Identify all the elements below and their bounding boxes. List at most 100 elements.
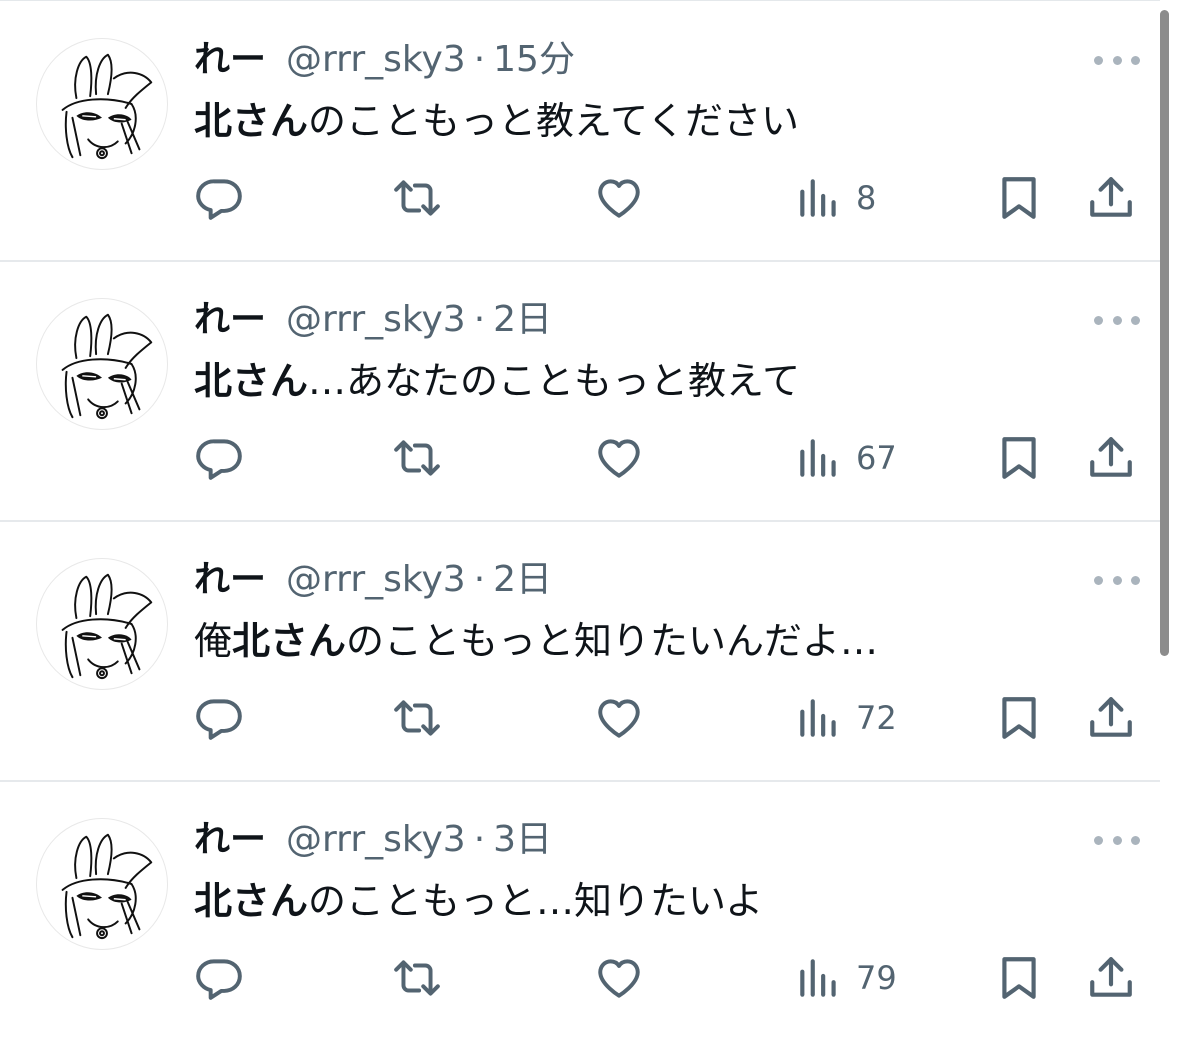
retweet-button[interactable] [392,690,442,746]
like-button[interactable] [594,170,644,226]
timestamp[interactable]: 15分 [493,36,575,84]
action-bar: 8 [0,170,1160,226]
like-icon [598,959,640,998]
tweet-header: れー @rrr_sky3 · 3日 [194,816,552,864]
views-button[interactable]: 72 [794,690,897,746]
timestamp[interactable]: 2日 [493,556,552,604]
like-icon [598,179,640,218]
share-button[interactable] [1086,950,1136,1006]
avatar[interactable] [36,38,168,170]
display-name[interactable]: れー [194,816,266,864]
user-handle[interactable]: @rrr_sky3 [286,296,466,344]
separator-dot: · [473,39,486,80]
avatar-drawing [61,573,153,680]
share-button[interactable] [1086,690,1136,746]
bookmark-icon [1002,697,1036,739]
like-icon [598,439,640,478]
tweet-text-bold: 北さん [194,99,309,143]
tweet-text: 北さん…あなたのこともっと教えて [194,354,800,408]
retweet-button[interactable] [392,430,442,486]
bookmark-icon [1002,437,1036,479]
display-name[interactable]: れー [194,296,266,344]
like-button[interactable] [594,950,644,1006]
bookmark-button[interactable] [994,170,1044,226]
user-handle[interactable]: @rrr_sky3 [286,816,466,864]
tweet[interactable]: れー @rrr_sky3 · 2日 俺北さんのこともっと知りたいんだよ… 72 [0,522,1160,782]
user-handle[interactable]: @rrr_sky3 [286,556,466,604]
bookmark-button[interactable] [994,690,1044,746]
tweet-text-bold: 北さん [232,619,347,663]
retweet-button[interactable] [392,170,442,226]
reply-icon [196,699,242,740]
retweet-icon [394,700,440,736]
top-divider [0,0,1160,1]
separator-dot: · [473,559,486,600]
tweet-header: れー @rrr_sky3 · 2日 [194,296,552,344]
reply-icon [196,179,242,220]
tweet-text: 俺北さんのこともっと知りたいんだよ… [194,614,878,668]
action-bar: 79 [0,950,1160,1006]
like-button[interactable] [594,690,644,746]
tweet-text-rest: …あなたのこともっと教えて [308,359,801,403]
avatar[interactable] [36,818,168,950]
views-icon [800,959,836,997]
avatar-drawing [61,833,153,940]
more-icon[interactable] [1094,830,1140,850]
tweet-header: れー @rrr_sky3 · 15分 [194,36,575,84]
reply-icon [196,959,242,1000]
tweet[interactable]: れー @rrr_sky3 · 15分 北さんのこともっと教えてください 8 [0,2,1160,262]
tweet[interactable]: れー @rrr_sky3 · 2日 北さん…あなたのこともっと教えて 67 [0,262,1160,522]
reply-button[interactable] [194,690,244,746]
like-button[interactable] [594,430,644,486]
views-icon [800,179,836,217]
avatar-drawing [61,313,153,420]
separator-dot: · [473,299,486,340]
retweet-icon [394,440,440,476]
tweet-header: れー @rrr_sky3 · 2日 [194,556,552,604]
separator-dot: · [473,819,486,860]
avatar-drawing [61,53,153,160]
retweet-icon [394,960,440,996]
views-button[interactable]: 8 [794,170,876,226]
bookmark-button[interactable] [994,430,1044,486]
more-icon[interactable] [1094,50,1140,70]
views-count: 72 [856,699,897,737]
share-icon [1090,697,1132,737]
retweet-icon [394,180,440,216]
bookmark-icon [1002,957,1036,999]
action-bar: 67 [0,430,1160,486]
display-name[interactable]: れー [194,556,266,604]
avatar[interactable] [36,558,168,690]
user-handle[interactable]: @rrr_sky3 [286,36,466,84]
reply-button[interactable] [194,950,244,1006]
reply-icon [196,439,242,480]
timestamp[interactable]: 2日 [493,296,552,344]
tweet[interactable]: れー @rrr_sky3 · 3日 北さんのこともっと…知りたいよ 79 [0,782,1160,1042]
tweet-text-rest: のこともっと教えてください [308,99,799,143]
tweet-text-rest: のこともっと…知りたいよ [308,879,764,923]
share-icon [1090,957,1132,997]
scrollbar[interactable] [1160,10,1169,656]
reply-button[interactable] [194,170,244,226]
share-button[interactable] [1086,430,1136,486]
action-bar: 72 [0,690,1160,746]
tweet-text-rest: のこともっと知りたいんだよ… [346,619,879,663]
timestamp[interactable]: 3日 [493,816,552,864]
share-icon [1090,177,1132,217]
retweet-button[interactable] [392,950,442,1006]
views-icon [800,439,836,477]
bookmark-button[interactable] [994,950,1044,1006]
reply-button[interactable] [194,430,244,486]
more-icon[interactable] [1094,570,1140,590]
tweet-text-prefix: 俺 [194,619,233,663]
avatar[interactable] [36,298,168,430]
bookmark-icon [1002,177,1036,219]
views-button[interactable]: 67 [794,430,897,486]
like-icon [598,699,640,738]
more-icon[interactable] [1094,310,1140,330]
display-name[interactable]: れー [194,36,266,84]
views-button[interactable]: 79 [794,950,897,1006]
views-icon [800,699,836,737]
views-count: 8 [856,179,877,217]
share-button[interactable] [1086,170,1136,226]
